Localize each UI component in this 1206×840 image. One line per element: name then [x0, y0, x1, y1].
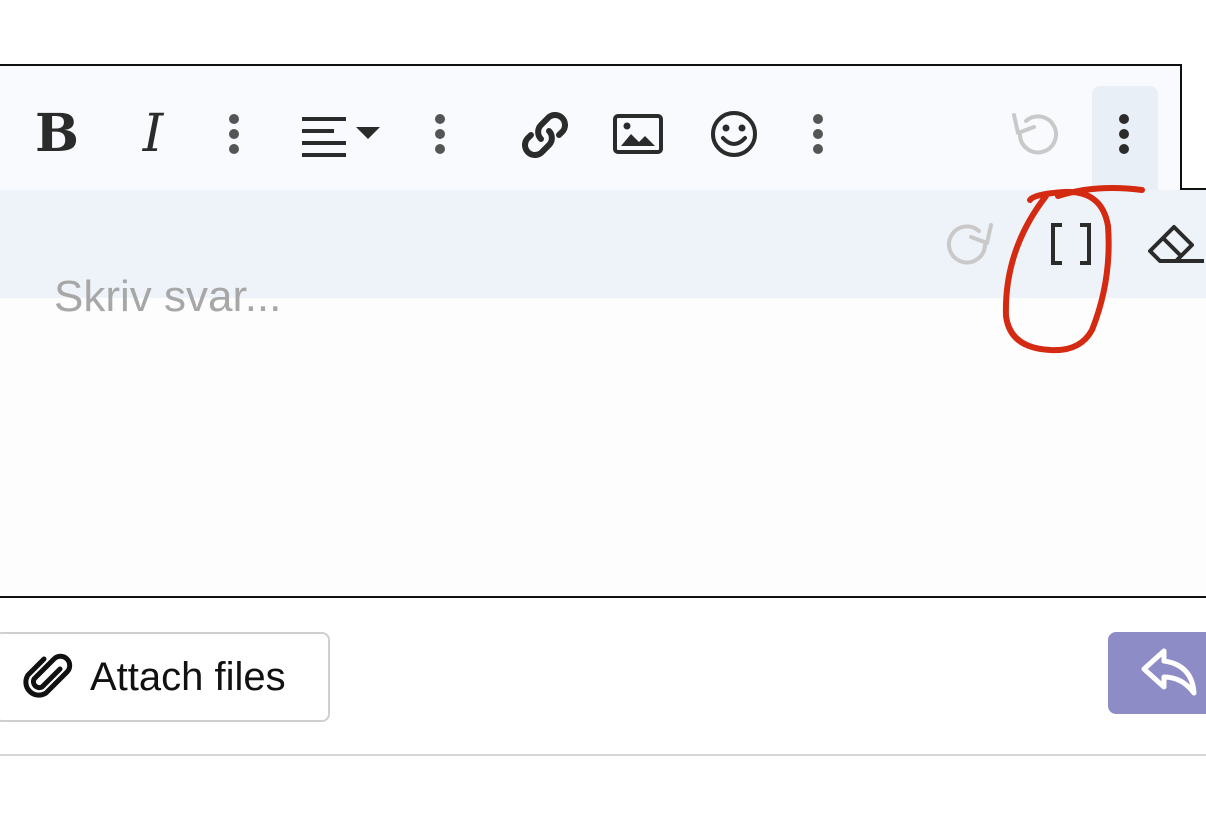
more-options-button[interactable] [1110, 112, 1138, 156]
italic-icon: I [142, 104, 164, 164]
reply-submit-button[interactable] [1108, 632, 1206, 714]
reply-placeholder: Skriv svar... [54, 272, 282, 321]
paperclip-icon [23, 653, 73, 698]
redo-icon [947, 223, 993, 265]
chevron-down-icon [356, 127, 380, 139]
clear-formatting-button[interactable] [1146, 220, 1206, 268]
redo-button[interactable] [942, 218, 998, 270]
footer-divider [0, 754, 1206, 756]
align-dropdown-button[interactable] [300, 112, 384, 158]
vertical-dots-icon [435, 114, 445, 154]
italic-button[interactable]: I [126, 106, 180, 162]
more-insert-options-button[interactable] [806, 112, 830, 156]
insert-link-button[interactable] [516, 106, 574, 164]
brackets-icon [1051, 223, 1091, 265]
side-panel-edge [1180, 64, 1206, 190]
reply-textarea[interactable]: Skriv svar... [54, 272, 281, 322]
vertical-dots-icon [1119, 114, 1129, 154]
link-icon [522, 112, 568, 158]
attach-files-button[interactable]: Attach files [0, 632, 330, 722]
more-text-options-button[interactable] [222, 112, 246, 156]
insert-emoji-button[interactable] [706, 106, 762, 162]
attach-files-label: Attach files [90, 654, 286, 699]
align-left-icon [302, 117, 380, 157]
undo-button[interactable] [1006, 108, 1064, 160]
undo-icon [1012, 113, 1058, 155]
smiley-icon [711, 111, 757, 157]
bold-button[interactable]: B [30, 106, 84, 162]
insert-image-button[interactable] [612, 112, 664, 156]
code-brackets-button[interactable] [1046, 220, 1096, 268]
vertical-dots-icon [229, 114, 239, 154]
image-icon [613, 114, 663, 154]
more-paragraph-options-button[interactable] [428, 112, 452, 156]
vertical-dots-icon [813, 114, 823, 154]
eraser-icon [1148, 225, 1204, 263]
toolbar-primary: B I [0, 64, 1206, 190]
editor-frame: B I [0, 64, 1206, 598]
bold-icon: B [35, 103, 79, 164]
reply-arrow-icon [1141, 648, 1197, 696]
